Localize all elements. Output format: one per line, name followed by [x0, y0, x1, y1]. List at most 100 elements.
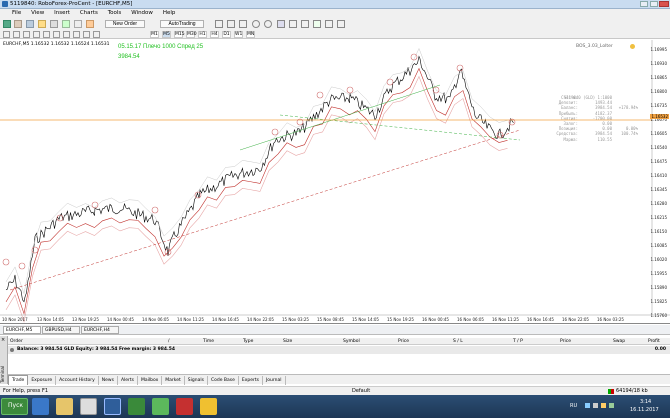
terminal-tab-mailbox[interactable]: Mailbox	[138, 376, 163, 385]
terminal-tab-alerts[interactable]: Alerts	[118, 376, 139, 385]
terminal-column-header[interactable]: Time	[203, 338, 214, 345]
periods-icon[interactable]	[325, 20, 333, 28]
navigator-icon[interactable]	[38, 20, 46, 28]
terminal-column-header[interactable]: Type	[243, 338, 253, 345]
chart-tab-eurchf-h4[interactable]: EURCHF,H4	[81, 326, 119, 334]
terminal-column-header[interactable]: Profit	[648, 338, 660, 345]
terminal-tab-trade[interactable]: Trade	[8, 375, 29, 385]
timeframe-mn[interactable]: MN	[246, 31, 255, 38]
terminal-app-icon[interactable]	[104, 398, 121, 415]
autotrading-button[interactable]: AutoTrading	[160, 20, 204, 28]
fibo-icon[interactable]	[63, 31, 70, 38]
minimize-button[interactable]	[640, 1, 648, 7]
balance-icon	[10, 348, 14, 352]
tray-icon-4[interactable]	[609, 403, 614, 408]
menu-charts[interactable]: Charts	[76, 9, 102, 18]
line-chart-icon[interactable]	[239, 20, 247, 28]
time-axis-tick: 14 Nov 11:25	[177, 317, 204, 322]
bar-chart-icon[interactable]	[215, 20, 223, 28]
language-indicator[interactable]: RU	[570, 403, 577, 409]
maximize-button[interactable]	[650, 1, 658, 7]
timeframe-m15[interactable]: M15	[174, 31, 185, 38]
yellow-app-icon[interactable]	[200, 398, 217, 415]
terminal-column-header[interactable]: Order	[10, 338, 23, 345]
trendline-red	[9, 129, 521, 291]
time-axis-tick: 13 Nov 14:05	[37, 317, 64, 322]
terminal-tab-signals[interactable]: Signals	[185, 376, 208, 385]
terminal-column-header[interactable]: Price	[398, 338, 409, 345]
arrows-icon[interactable]	[93, 31, 100, 38]
timeframe-h4[interactable]: H4	[210, 31, 219, 38]
folder-icon[interactable]	[56, 398, 73, 415]
tester-icon[interactable]	[62, 20, 70, 28]
menu-help[interactable]: Help	[159, 9, 180, 18]
ie-icon[interactable]	[32, 398, 49, 415]
terminal-tab-account-history[interactable]: Account History	[56, 376, 99, 385]
chart-tab-gbpusd-h4[interactable]: GBPUSD,H4	[42, 326, 80, 334]
terminal-column-header[interactable]: Symbol	[343, 338, 360, 345]
terminal-tab-market[interactable]: Market	[162, 376, 185, 385]
close-button[interactable]	[659, 1, 669, 7]
metaeditor-icon[interactable]	[86, 20, 94, 28]
timeframe-w1[interactable]: W1	[234, 31, 243, 38]
terminal-side-tab[interactable]: × Terminal	[0, 336, 8, 384]
taskbar: Пуск RU 3:14 16.11.2017	[0, 395, 670, 418]
trendline-icon[interactable]	[43, 31, 50, 38]
menu-file[interactable]: File	[8, 9, 25, 18]
autoscroll-icon[interactable]	[289, 20, 297, 28]
terminal-tab-news[interactable]: News	[99, 376, 118, 385]
tray-icon-1[interactable]	[585, 403, 590, 408]
terminal-icon[interactable]	[50, 20, 58, 28]
zoom-out-icon[interactable]	[264, 20, 272, 28]
menu-tools[interactable]: Tools	[104, 9, 126, 18]
terminal-column-header[interactable]: /	[168, 338, 170, 345]
horizontal-line-icon[interactable]	[33, 31, 40, 38]
terminal-column-header[interactable]: T / P	[513, 338, 523, 345]
market-watch-icon[interactable]	[26, 20, 34, 28]
tray-icon-2[interactable]	[593, 403, 598, 408]
profiles-icon[interactable]	[14, 20, 22, 28]
terminal-tab-code-base[interactable]: Code Base	[208, 376, 239, 385]
media-icon[interactable]	[80, 398, 97, 415]
terminal-side-close-icon[interactable]: ×	[1, 337, 5, 343]
tray-icon-3[interactable]	[601, 403, 606, 408]
vertical-line-icon[interactable]	[23, 31, 30, 38]
terminal-column-header[interactable]: Price	[560, 338, 571, 345]
new-chart-icon[interactable]	[3, 20, 11, 28]
timeframe-m1[interactable]: M1	[150, 31, 159, 38]
price-axis-tick: 1.16865	[650, 75, 667, 80]
indicators-icon[interactable]	[313, 20, 321, 28]
text-tool-icon[interactable]	[73, 31, 80, 38]
chart-tab-eurchf-m5[interactable]: EURCHF,M5	[3, 326, 41, 334]
history-icon[interactable]	[74, 20, 82, 28]
candle-chart-icon[interactable]	[227, 20, 235, 28]
terminal-tab-exposure[interactable]: Exposure	[28, 376, 57, 385]
chart-shift-icon[interactable]	[301, 20, 309, 28]
timeframe-d1[interactable]: D1	[222, 31, 231, 38]
menu-view[interactable]: View	[27, 9, 48, 18]
price-chart	[0, 40, 670, 323]
green-app-icon[interactable]	[152, 398, 169, 415]
menu-insert[interactable]: Insert	[50, 9, 74, 18]
chart-area[interactable]: EURCHF,M5 1.16532 1.16532 1.16524 1.1653…	[0, 40, 670, 324]
terminal-column-header[interactable]: Size	[283, 338, 292, 345]
label-tool-icon[interactable]	[83, 31, 90, 38]
tile-windows-icon[interactable]	[277, 20, 285, 28]
terminal-column-header[interactable]: Swap	[613, 338, 625, 345]
price-axis-tick: 1.16410	[650, 173, 667, 178]
zoom-in-icon[interactable]	[252, 20, 260, 28]
red-app-icon[interactable]	[176, 398, 193, 415]
new-order-button[interactable]: New Order	[105, 20, 145, 28]
timeframe-h1[interactable]: H1	[198, 31, 207, 38]
cursor-icon[interactable]	[3, 31, 10, 38]
crosshair-icon[interactable]	[13, 31, 20, 38]
templates-icon[interactable]	[337, 20, 345, 28]
channel-icon[interactable]	[53, 31, 60, 38]
timeframe-m5[interactable]: M5	[162, 31, 171, 38]
timeframe-m30[interactable]: M30	[186, 31, 197, 38]
menu-window[interactable]: Window	[127, 9, 157, 18]
terminal-column-header[interactable]: S / L	[453, 338, 463, 345]
terminal-tab-journal[interactable]: Journal	[263, 376, 286, 385]
terminal-tab-experts[interactable]: Experts	[239, 376, 263, 385]
chart-app-icon[interactable]	[128, 398, 145, 415]
